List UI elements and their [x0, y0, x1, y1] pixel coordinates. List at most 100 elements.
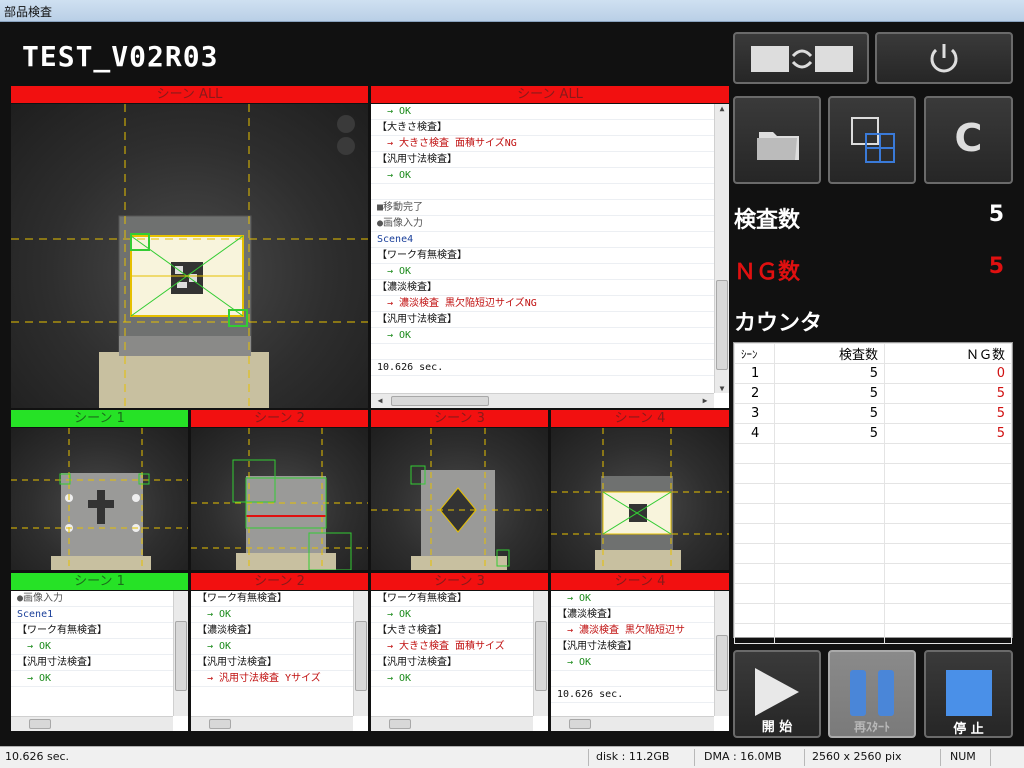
col-ng-header: ＮＧ数 [884, 343, 1012, 364]
scene4-log-header: シーン 4 [551, 573, 729, 590]
vscroll-thumb[interactable] [716, 635, 728, 691]
hscroll-thumb[interactable] [569, 719, 591, 729]
counter-label: カウンタ [734, 311, 823, 336]
status-dma: DMA : 16.0MB [704, 750, 782, 763]
vscroll-thumb[interactable] [175, 621, 187, 691]
counter-row: 355 [734, 403, 1012, 424]
scene2-log-lines: 【ワーク有無検査】 → OK 【濃淡検査】 → OK 【汎用寸法検査】 → 汎用寸法検査 … [191, 591, 368, 687]
row-scene-cell: 1 [734, 363, 775, 384]
scene4-log-lines: → OK 【濃淡検査】 → 濃淡検査 黒欠陥短辺サ 【汎用寸法検査】 → OK 10.6… [551, 591, 729, 703]
restart-button[interactable]: 再ｽﾀｰﾄ [828, 650, 916, 738]
power-icon [930, 44, 958, 73]
log-line: 【大きさ検査】 [371, 623, 548, 639]
scene1-camera-view[interactable] [11, 428, 188, 570]
scene1-image-header: シーン 1 [11, 410, 188, 427]
log-line: → OK [371, 328, 729, 344]
row-scene-cell: 3 [734, 403, 775, 424]
folder-icon [757, 132, 799, 160]
scene3-log-vscrollbar[interactable] [533, 591, 548, 716]
app-title: TEST_V02R03 [22, 40, 219, 73]
log-line: → 濃淡検査 黒欠陥短辺サイズNG [371, 296, 729, 312]
scene4-camera-view[interactable] [551, 428, 729, 570]
log-line: → OK [371, 264, 729, 280]
layout-grid-icon [851, 117, 895, 163]
empty-row [734, 543, 1012, 564]
hscroll-thumb[interactable] [391, 396, 489, 406]
open-folder-button[interactable] [733, 96, 821, 184]
hscroll-thumb[interactable] [389, 719, 411, 729]
log-line: → OK [191, 639, 368, 655]
scene4-log-vscrollbar[interactable] [714, 591, 729, 716]
scene2-overlay [191, 428, 368, 570]
swap-screen-icon [751, 46, 853, 72]
row-scene-cell: 2 [734, 383, 775, 404]
stop-button[interactable]: 停 止 [924, 650, 1013, 738]
main-log-hscrollbar[interactable]: ◀ ▶ [371, 393, 714, 408]
scene2-log[interactable]: 【ワーク有無検査】 → OK 【濃淡検査】 → OK 【汎用寸法検査】 → 汎用寸法検査 … [191, 591, 368, 731]
switch-layout-button[interactable] [733, 32, 869, 84]
hscroll-thumb[interactable] [209, 719, 231, 729]
status-time: 10.626 sec. [5, 750, 70, 763]
restart-label: 再ｽﾀｰﾄ [853, 720, 890, 734]
window-layout-button[interactable] [828, 96, 916, 184]
log-line: 【ワーク有無検査】 [191, 591, 368, 607]
scene4-log-hscrollbar[interactable] [551, 716, 714, 731]
scene2-log-hscrollbar[interactable] [191, 716, 353, 731]
log-line: ●画像入力 [11, 591, 188, 607]
scroll-down-arrow-icon[interactable]: ▼ [715, 384, 729, 393]
main-log-vscrollbar[interactable]: ▲ ▼ [714, 104, 729, 393]
counter-row: 150 [734, 363, 1012, 384]
status-num: NUM [950, 750, 976, 763]
row-scene-cell: 4 [734, 423, 775, 444]
power-button[interactable] [875, 32, 1013, 84]
scene2-log-vscrollbar[interactable] [353, 591, 368, 716]
hscroll-thumb[interactable] [29, 719, 51, 729]
empty-row [734, 483, 1012, 504]
scene2-log-header: シーン 2 [191, 573, 368, 590]
log-line: 【ワーク有無検査】 [371, 591, 548, 607]
scene3-log-header: シーン 3 [371, 573, 548, 590]
scene3-camera-view[interactable] [371, 428, 548, 570]
log-line: 10.626 sec. [551, 687, 729, 703]
scene3-log-hscrollbar[interactable] [371, 716, 533, 731]
scene1-log[interactable]: ●画像入力 Scene1 【ワーク有無検査】 → OK 【汎用寸法検査】 → OK [11, 591, 188, 731]
scene4-overlay [551, 428, 729, 570]
scene3-log[interactable]: 【ワーク有無検査】 → OK 【大きさ検査】 → 大きさ検査 面積サイズ 【汎用寸法検査… [371, 591, 548, 731]
log-line: 【濃淡検査】 [371, 280, 729, 296]
row-ng-cell: 0 [884, 363, 1012, 384]
log-line: 10.626 sec. [371, 360, 729, 376]
row-inspect-cell: 5 [774, 383, 885, 404]
vscroll-thumb[interactable] [535, 621, 547, 691]
ng-count-label: ＮＧ数 [734, 260, 801, 285]
scene1-log-vscrollbar[interactable] [173, 591, 188, 716]
start-button[interactable]: 開 始 [733, 650, 821, 738]
empty-row [734, 623, 1012, 644]
main-result-log[interactable]: → OK 【大きさ検査】 → 大きさ検査 面積サイズNG 【汎用寸法検査】 → OK ■… [371, 104, 729, 408]
scene1-log-hscrollbar[interactable] [11, 716, 173, 731]
clear-button[interactable]: C [924, 96, 1013, 184]
counter-table[interactable]: ｼｰﾝ 検査数 ＮＧ数 150255355455 [733, 342, 1013, 644]
counter-table-grid: ｼｰﾝ 検査数 ＮＧ数 150255355455 [734, 343, 1012, 644]
log-line: 【ワーク有無検査】 [11, 623, 188, 639]
scroll-right-arrow-icon[interactable]: ▶ [698, 396, 712, 405]
log-line [551, 671, 729, 687]
scene4-log[interactable]: → OK 【濃淡検査】 → 濃淡検査 黒欠陥短辺サ 【汎用寸法検査】 → OK 10.6… [551, 591, 729, 731]
empty-row [734, 503, 1012, 524]
scene2-camera-view[interactable] [191, 428, 368, 570]
row-ng-cell: 5 [884, 383, 1012, 404]
vscroll-thumb[interactable] [716, 280, 728, 370]
scene3-log-lines: 【ワーク有無検査】 → OK 【大きさ検査】 → 大きさ検査 面積サイズ 【汎用寸法検査… [371, 591, 548, 687]
ng-count-value: 5 [988, 254, 1004, 279]
scroll-left-arrow-icon[interactable]: ◀ [373, 396, 387, 405]
log-line: 【大きさ検査】 [371, 120, 729, 136]
vscroll-thumb[interactable] [355, 621, 367, 691]
main-camera-view[interactable] [11, 104, 368, 408]
col-scene-header: ｼｰﾝ [734, 343, 775, 364]
scene-all-log-header: シーン ALL [371, 86, 729, 103]
log-line: 【汎用寸法検査】 [191, 655, 368, 671]
inspect-count-value: 5 [988, 202, 1004, 227]
log-line: → 濃淡検査 黒欠陥短辺サ [551, 623, 729, 639]
log-line: → OK [371, 168, 729, 184]
scroll-up-arrow-icon[interactable]: ▲ [715, 104, 729, 113]
row-ng-cell: 5 [884, 403, 1012, 424]
